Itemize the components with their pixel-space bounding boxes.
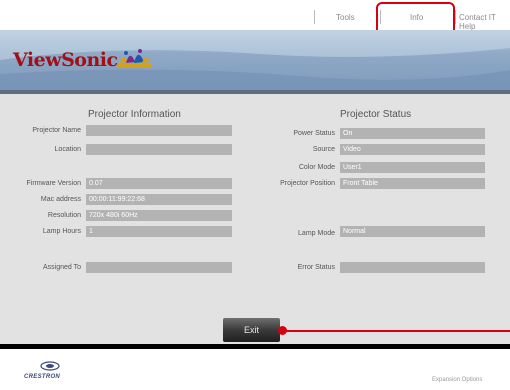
nav-divider (314, 10, 315, 24)
location-label: Location (54, 146, 81, 153)
viewsonic-birds-icon (118, 49, 152, 67)
resolution-label: Resolution (47, 212, 81, 219)
crestron-logo-text: CRESTRON (24, 374, 61, 380)
lamp-mode-field: Normal (340, 226, 485, 237)
error-status-label: Error Status (297, 264, 335, 271)
exit-button[interactable]: Exit (223, 318, 280, 342)
projector-name-label: Projector Name (32, 127, 81, 134)
projector-information-title: Projector Information (88, 109, 181, 120)
mac-address-label: Mac address (40, 196, 81, 203)
projector-name-field (86, 125, 232, 136)
source-field: Video (340, 144, 485, 155)
firmware-version-label: Firmware Version (26, 180, 81, 187)
assigned-to-label: Assigned To (42, 264, 81, 271)
resolution-field: 720x 480i 60Hz (86, 210, 232, 221)
nav-contact-link[interactable]: Contact IT Help (459, 13, 510, 31)
power-status-label: Power Status (293, 130, 335, 137)
color-mode-field: User1 (340, 162, 485, 173)
nav-divider (455, 10, 456, 24)
mac-address-field: 00:00:11:99:22:68 (86, 194, 232, 205)
expansion-options-link[interactable]: Expansion Options (432, 377, 482, 383)
assigned-to-field (86, 262, 232, 273)
lamp-mode-label: Lamp Mode (298, 230, 335, 237)
projector-position-label: Projector Position (280, 180, 335, 187)
projector-position-field: Front Table (340, 178, 485, 189)
footer (0, 349, 510, 390)
nav-tools-link[interactable]: Tools (336, 13, 355, 22)
firmware-version-field: 0.07 (86, 178, 232, 189)
viewsonic-logo: ViewSonic (13, 49, 118, 71)
location-field (86, 144, 232, 155)
annotation-arrow-line (282, 330, 510, 332)
error-status-field (340, 262, 485, 273)
source-label: Source (312, 146, 335, 153)
power-status-field: On (340, 128, 485, 139)
lamp-hours-field: 1 (86, 226, 232, 237)
annotation-arrow-tip (278, 326, 287, 335)
lamp-hours-label: Lamp Hours (42, 228, 81, 235)
projector-status-title: Projector Status (340, 109, 412, 120)
color-mode-label: Color Mode (298, 164, 335, 171)
